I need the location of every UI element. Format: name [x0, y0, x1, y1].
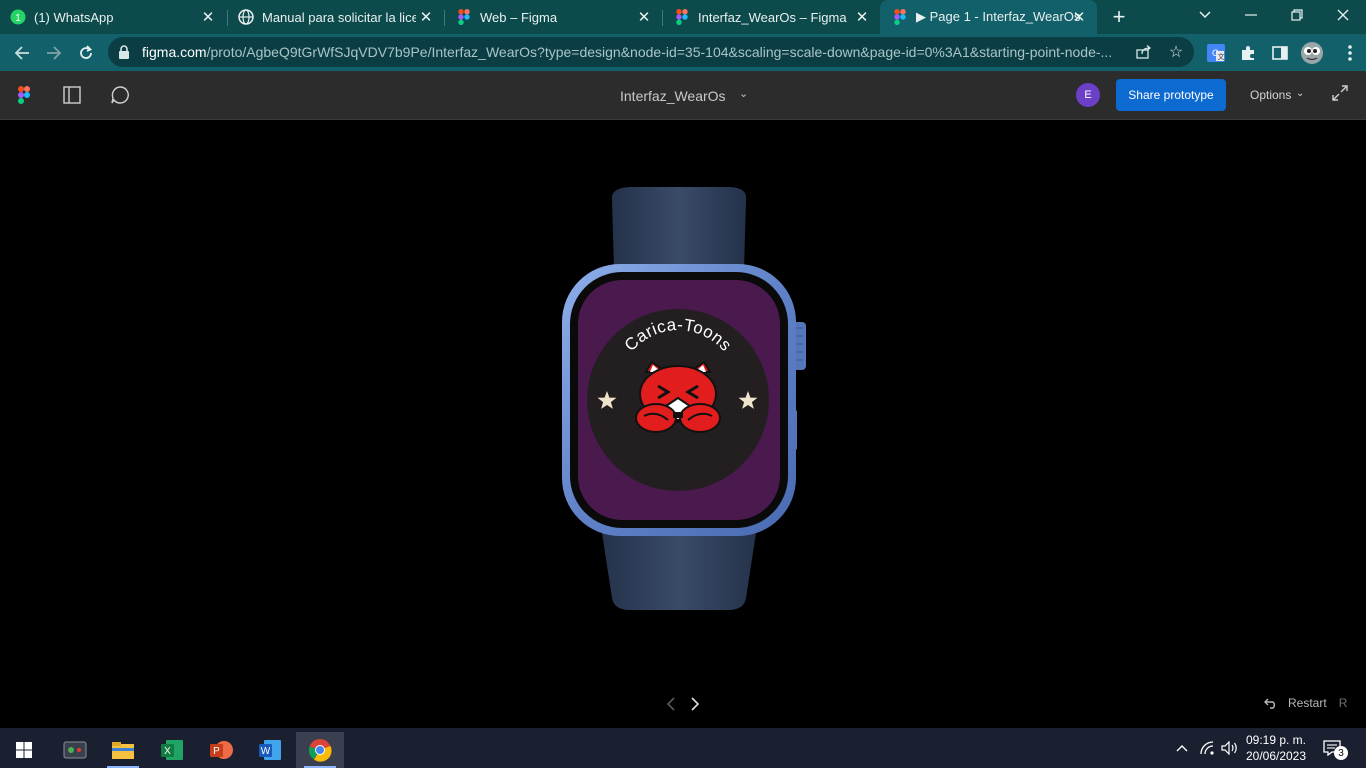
globe-icon: [238, 9, 254, 25]
tab-page1-interfaz[interactable]: ▶ Page 1 - Interfaz_WearOs ✕: [880, 0, 1097, 34]
options-menu[interactable]: Options: [1250, 88, 1291, 102]
tab-separator: [662, 10, 663, 26]
system-clock[interactable]: 09:19 p. m. 20/06/2023: [1236, 732, 1316, 764]
svg-text:X: X: [164, 746, 171, 757]
restart-button[interactable]: Restart R: [1264, 696, 1347, 710]
restart-icon: [1264, 698, 1275, 709]
new-tab-icon[interactable]: +: [1108, 6, 1130, 28]
comment-icon[interactable]: [108, 83, 132, 107]
tab-web-figma[interactable]: Web – Figma ✕: [456, 0, 662, 34]
game-bar-icon[interactable]: [51, 732, 99, 768]
bookmark-star-icon[interactable]: ☆: [1166, 42, 1186, 62]
prototype-canvas: Carica-Toons Restart R: [0, 120, 1366, 728]
mascot-cat: [635, 360, 721, 433]
network-icon[interactable]: [1198, 738, 1218, 758]
svg-text:1: 1: [15, 13, 21, 24]
browser-tab-strip: 1 (1) WhatsApp ✕ Manual para solicitar l…: [0, 0, 1366, 34]
url-domain: figma.com: [142, 44, 207, 60]
figma-icon: [674, 9, 690, 25]
tab-title: Manual para solicitar la licenc: [262, 9, 416, 25]
share-page-icon[interactable]: [1134, 42, 1154, 62]
avatar[interactable]: E: [1076, 83, 1100, 107]
chevron-down-icon[interactable]: ⌄: [739, 87, 748, 100]
close-icon[interactable]: ✕: [854, 9, 870, 26]
svg-text:W: W: [261, 746, 271, 757]
url-path: /proto/AgbeQ9tGrWfSJqVDV7b9Pe/Interfaz_W…: [206, 44, 1113, 60]
figma-logo-icon[interactable]: [12, 83, 36, 107]
chevron-down-icon[interactable]: ⌄: [1296, 88, 1304, 99]
windows-taskbar: X P W 09:19 p. m. 20/06/2023: [0, 728, 1366, 768]
file-title[interactable]: Interfaz_WearOs: [620, 88, 726, 104]
close-icon[interactable]: ✕: [200, 9, 216, 26]
lock-icon[interactable]: [118, 45, 130, 59]
tab-interfaz-figma[interactable]: Interfaz_WearOs – Figma ✕: [674, 0, 880, 34]
sidebar-toggle-icon[interactable]: [60, 83, 84, 107]
chrome-icon[interactable]: [296, 732, 344, 768]
close-icon[interactable]: ✕: [636, 9, 652, 26]
svg-text:文: 文: [1218, 52, 1225, 61]
profile-avatar-icon[interactable]: [1300, 42, 1324, 64]
excel-icon[interactable]: X: [148, 732, 196, 768]
figma-icon: [456, 9, 472, 25]
clock-date: 20/06/2023: [1245, 749, 1307, 763]
browser-toolbar: figma.com/proto/AgbeQ9tGrWfSJqVDV7b9Pe/I…: [0, 34, 1366, 71]
tab-search-icon[interactable]: [1182, 0, 1228, 30]
reload-icon[interactable]: [74, 41, 98, 65]
close-window-icon[interactable]: [1320, 0, 1366, 30]
word-icon[interactable]: W: [246, 732, 294, 768]
figma-icon: [892, 9, 908, 25]
watch-band-top: [611, 187, 747, 270]
restart-label: Restart: [1288, 696, 1327, 710]
google-translate-icon[interactable]: G文: [1206, 43, 1226, 63]
extensions-puzzle-icon[interactable]: [1238, 43, 1258, 63]
forward-icon[interactable]: [42, 41, 66, 65]
tab-whatsapp[interactable]: 1 (1) WhatsApp ✕: [10, 0, 226, 34]
previous-frame-button[interactable]: [661, 694, 681, 714]
figma-prototype-toolbar: Interfaz_WearOs ⌄ E Share prototype Opti…: [0, 71, 1366, 120]
restart-shortcut: R: [1338, 696, 1348, 710]
url-text: figma.com/proto/AgbeQ9tGrWfSJqVDV7b9Pe/I…: [142, 44, 1112, 60]
next-frame-button[interactable]: [685, 694, 705, 714]
tab-manual[interactable]: Manual para solicitar la licenc ✕: [238, 0, 444, 34]
side-panel-icon[interactable]: [1270, 43, 1290, 63]
whatsapp-icon: 1: [10, 9, 26, 25]
watch-frame: Carica-Toons: [562, 187, 806, 610]
tab-title: Interfaz_WearOs – Figma: [698, 9, 847, 25]
tab-separator: [227, 10, 228, 26]
share-prototype-button[interactable]: Share prototype: [1116, 79, 1226, 111]
powerpoint-icon[interactable]: P: [197, 732, 245, 768]
back-icon[interactable]: [10, 41, 34, 65]
file-explorer-icon[interactable]: [99, 732, 147, 768]
restore-icon[interactable]: [1274, 0, 1320, 30]
chrome-menu-icon[interactable]: [1340, 43, 1360, 63]
tab-separator: [444, 10, 445, 26]
fullscreen-icon[interactable]: [1332, 85, 1352, 105]
close-icon[interactable]: ✕: [418, 9, 434, 26]
address-bar[interactable]: figma.com/proto/AgbeQ9tGrWfSJqVDV7b9Pe/I…: [108, 37, 1194, 67]
tab-title: (1) WhatsApp: [34, 9, 114, 25]
tab-title: ▶ Page 1 - Interfaz_WearOs: [916, 9, 1081, 24]
minimize-icon[interactable]: [1228, 0, 1274, 30]
clock-time: 09:19 p. m.: [1245, 733, 1307, 747]
tab-title: Web – Figma: [480, 9, 558, 25]
tray-overflow-icon[interactable]: [1172, 738, 1192, 758]
notification-count-badge: 3: [1334, 746, 1348, 760]
svg-text:P: P: [213, 746, 220, 757]
windows-start-icon[interactable]: [0, 732, 48, 768]
close-icon[interactable]: ✕: [1071, 9, 1087, 26]
